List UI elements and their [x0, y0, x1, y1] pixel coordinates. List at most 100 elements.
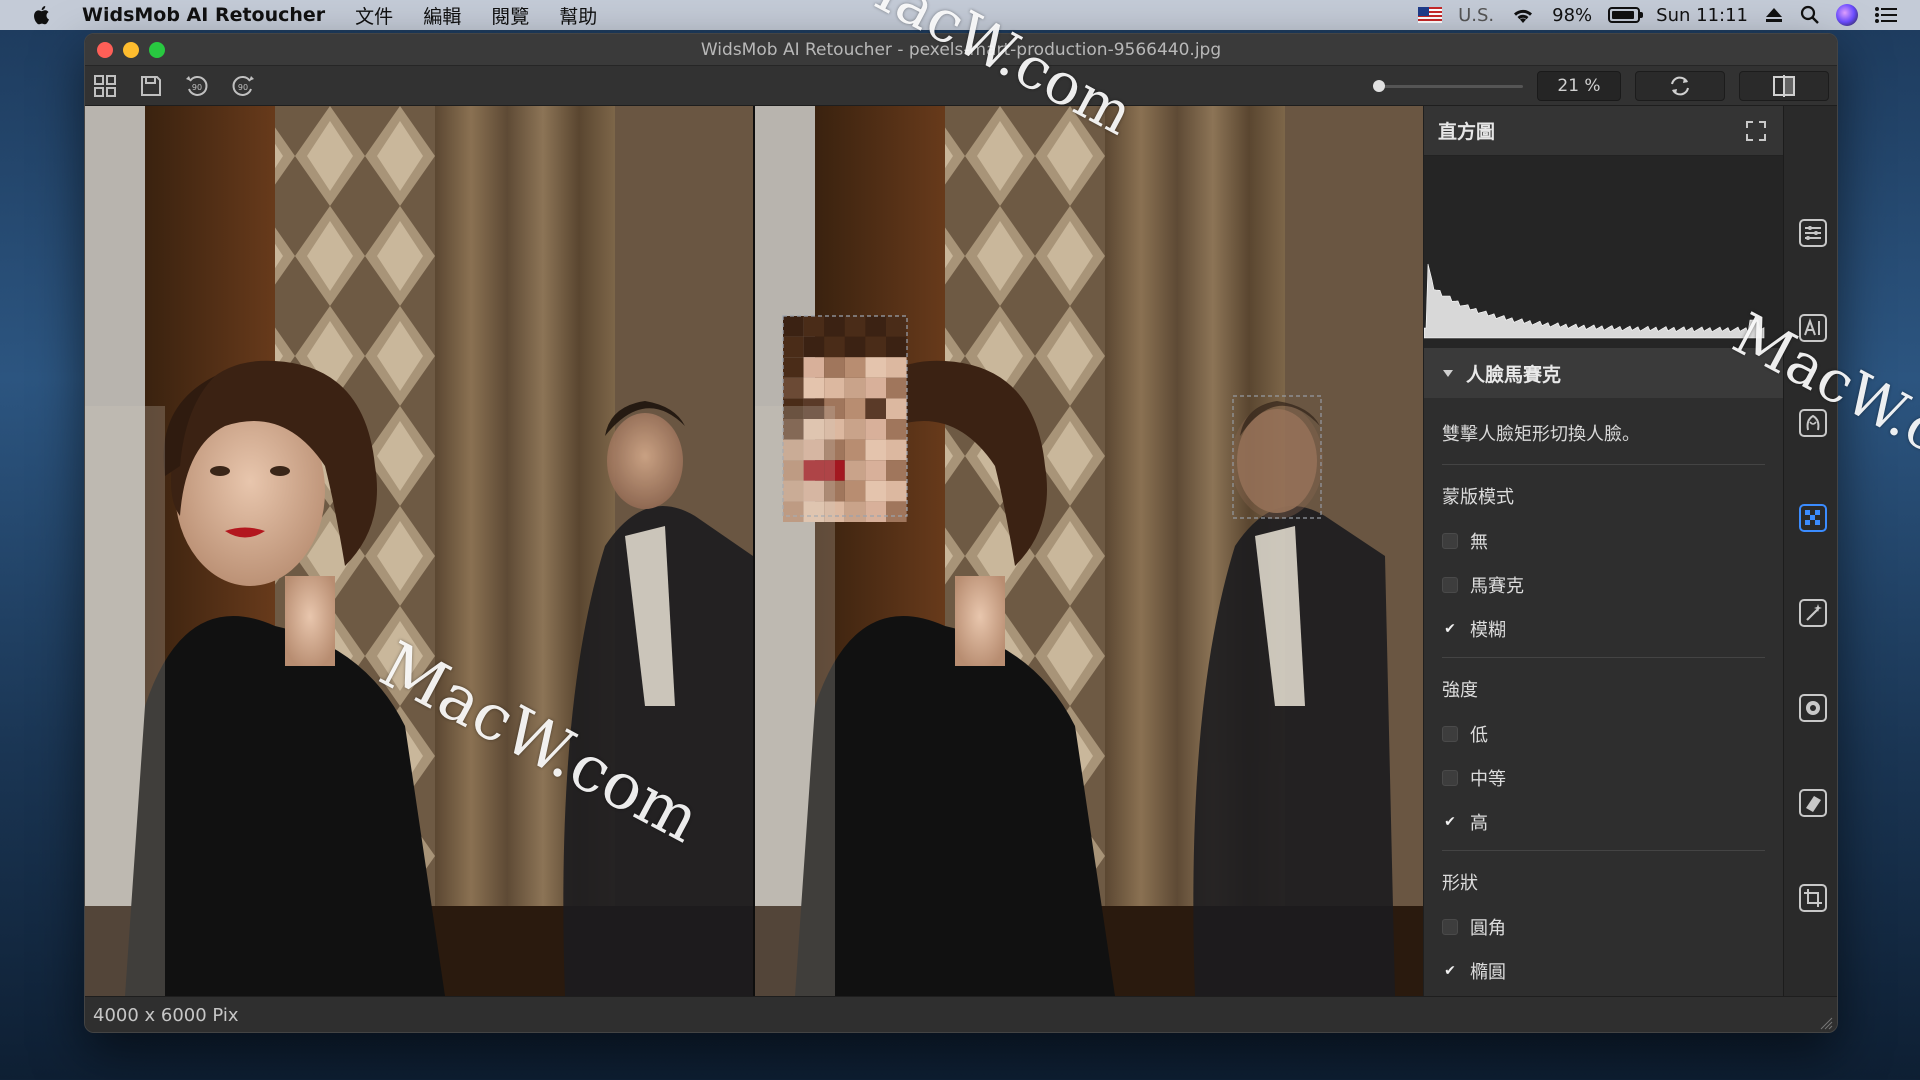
mosaic-tile [824, 357, 845, 378]
zoom-window-button[interactable] [149, 42, 165, 58]
intensity-high-option[interactable]: ✔ 高 [1442, 800, 1765, 844]
status-area: U.S. 98% Sun 11:11 [1418, 4, 1898, 26]
divider [1442, 850, 1765, 851]
mosaic-tile [803, 377, 825, 399]
mosaic-tile [844, 398, 866, 419]
shape-group: 形狀 圓角 ✔ 橢圓 [1442, 869, 1765, 993]
checkbox[interactable] [1442, 577, 1458, 593]
magic-wand-icon[interactable] [1796, 596, 1830, 630]
histogram-graph [1423, 263, 1765, 339]
clock[interactable]: Sun 11:11 [1656, 5, 1748, 26]
rotate-right-button[interactable]: 90 [229, 72, 257, 100]
app-menu[interactable]: WidsMob AI Retoucher [82, 4, 325, 26]
shape-ellipse-option[interactable]: ✔ 橢圓 [1442, 949, 1765, 993]
mosaic-tile [844, 316, 866, 337]
close-window-button[interactable] [97, 42, 113, 58]
disclosure-triangle-icon[interactable] [1442, 367, 1454, 379]
grid-view-button[interactable] [91, 72, 119, 100]
mosaic-tile [783, 357, 804, 378]
mosaic-tile [844, 419, 866, 440]
histogram-title: 直方圖 [1438, 121, 1496, 143]
checkbox[interactable] [1442, 533, 1458, 549]
checkbox-checked[interactable]: ✔ [1442, 814, 1458, 830]
image-dimensions: 4000 x 6000 Pix [93, 1005, 239, 1026]
mosaic-tile [886, 357, 907, 378]
us-flag-icon[interactable] [1418, 7, 1443, 23]
reset-button[interactable] [1635, 70, 1725, 101]
option-label: 高 [1470, 813, 1488, 834]
menu-help[interactable]: 幫助 [559, 2, 597, 29]
menu-view[interactable]: 閱覽 [491, 2, 529, 29]
option-label: 模糊 [1470, 620, 1506, 641]
minimize-window-button[interactable] [123, 42, 139, 58]
mosaic-tile [886, 336, 907, 358]
original-photo [85, 106, 753, 996]
mosaic-tile [865, 460, 886, 481]
mask-mode-blur-option[interactable]: ✔ 模糊 [1442, 607, 1765, 651]
mosaic-tile [844, 336, 866, 358]
expand-icon[interactable] [1745, 120, 1767, 142]
intensity-medium-option[interactable]: 中等 [1442, 756, 1765, 800]
divider [1442, 657, 1765, 658]
shape-rounded-option[interactable]: 圓角 [1442, 905, 1765, 949]
wifi-icon[interactable] [1510, 5, 1536, 25]
mosaic-tile [783, 336, 804, 358]
eject-icon[interactable] [1764, 6, 1784, 24]
mosaic-tile [886, 480, 907, 502]
mosaic-tile [886, 460, 907, 481]
title-bar[interactable]: WidsMob AI Retoucher - pexels-mart-produ… [85, 34, 1837, 66]
compare-view-button[interactable] [1739, 70, 1829, 101]
mosaic-tile [865, 316, 886, 337]
checkbox-checked[interactable]: ✔ [1442, 963, 1458, 979]
adjust-sliders-icon[interactable] [1796, 216, 1830, 250]
resize-grip-icon[interactable] [1819, 1016, 1833, 1030]
skin-icon[interactable] [1796, 406, 1830, 440]
zoom-slider[interactable] [1373, 76, 1523, 96]
eraser-icon[interactable] [1796, 786, 1830, 820]
tool-rail [1783, 106, 1837, 996]
input-source-label[interactable]: U.S. [1458, 5, 1494, 26]
intensity-low-option[interactable]: 低 [1442, 712, 1765, 756]
mask-mode-none-option[interactable]: 無 [1442, 519, 1765, 563]
mosaic-tile [844, 460, 866, 481]
menu-file[interactable]: 文件 [355, 2, 393, 29]
option-label: 馬賽克 [1470, 576, 1524, 597]
checkbox[interactable] [1442, 919, 1458, 935]
save-button[interactable] [137, 72, 165, 100]
mosaic-tile [865, 398, 886, 419]
siri-icon[interactable] [1836, 4, 1858, 26]
settings-icon[interactable] [1796, 691, 1830, 725]
notification-center-icon[interactable] [1874, 5, 1898, 25]
search-icon[interactable] [1800, 5, 1820, 25]
toolbar: 90 90 21 % [85, 66, 1837, 106]
status-bar: 4000 x 6000 Pix [85, 996, 1837, 1032]
battery-icon[interactable] [1608, 7, 1644, 23]
checkbox[interactable] [1442, 770, 1458, 786]
zoom-value-field[interactable]: 21 % [1537, 70, 1621, 101]
rotate-left-button[interactable]: 90 [183, 72, 211, 100]
mosaic-tile [886, 439, 907, 461]
crop-icon[interactable] [1796, 881, 1830, 915]
zoom-slider-thumb[interactable] [1373, 79, 1385, 92]
mosaic-tile [824, 377, 845, 399]
mosaic-tile [844, 501, 866, 522]
mask-mode-mosaic-option[interactable]: 馬賽克 [1442, 563, 1765, 607]
mosaic-tile [783, 377, 804, 399]
mosaic-tile [844, 480, 866, 502]
checkbox[interactable] [1442, 726, 1458, 742]
side-panel: 直方圖 人臉馬賽克 雙擊人臉矩形切換人臉。 蒙版模式 無 馬賽克 ✔ 模糊 強度… [1423, 106, 1783, 996]
ai-icon[interactable] [1796, 311, 1830, 345]
rotate-right-90-icon: 90 [232, 75, 254, 96]
histogram-header: 直方圖 [1424, 106, 1783, 156]
mosaic-tile [865, 419, 886, 440]
apple-menu-icon[interactable] [30, 3, 54, 27]
face-mosaic-icon[interactable] [1796, 501, 1830, 535]
mosaic-tile [844, 357, 866, 378]
image-canvas[interactable]: MacW.com [85, 106, 1423, 996]
mosaic-tile [865, 501, 886, 522]
mosaic-tile [865, 357, 886, 378]
menu-edit[interactable]: 編輯 [423, 2, 461, 29]
intensity-title: 強度 [1442, 680, 1478, 701]
checkbox-checked[interactable]: ✔ [1442, 621, 1458, 637]
face-mosaic-section-header[interactable]: 人臉馬賽克 [1424, 348, 1783, 398]
